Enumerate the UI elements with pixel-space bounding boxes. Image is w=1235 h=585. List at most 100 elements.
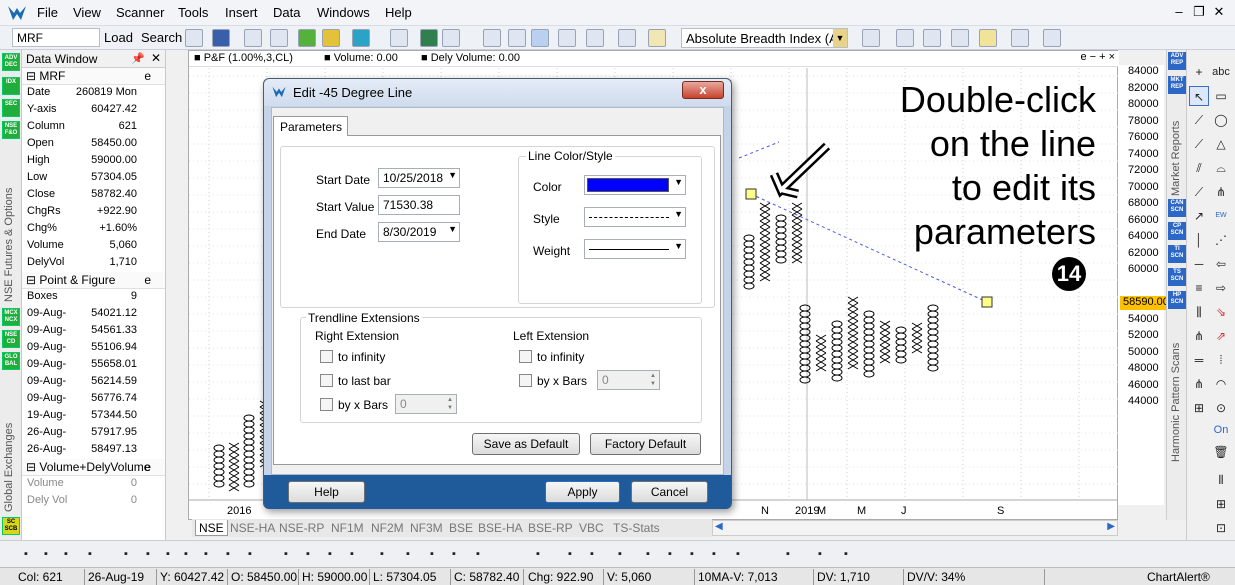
right-x-bars-input[interactable]: 0 ▲ ▼ [395, 394, 457, 414]
fib-extension-icon[interactable]: ⫼ [1189, 302, 1209, 322]
speed-lines-icon[interactable]: ⋰ [1211, 230, 1231, 250]
zoom-reset-icon[interactable]: ▪ [706, 546, 722, 562]
scan-icon[interactable] [483, 29, 501, 47]
load-button[interactable]: Load [104, 30, 133, 45]
45-degree-line-icon[interactable]: ⟋ [1189, 134, 1209, 154]
fibo-fan-icon[interactable] [1011, 29, 1029, 47]
copy-icon[interactable]: ▪ [730, 546, 746, 562]
tab-nse[interactable]: NSE [195, 520, 228, 536]
grid-icon[interactable]: ▪ [562, 546, 578, 562]
dropdown-icon[interactable]: ▪ [470, 546, 486, 562]
restore-icon[interactable]: ❐ [1189, 4, 1209, 20]
harmonic-scans-label[interactable]: Harmonic Pattern Scans [1170, 312, 1182, 462]
zoom-out-icon[interactable]: ▪ [662, 546, 678, 562]
link-icon[interactable] [390, 29, 408, 47]
pf-icon[interactable]: ▪ [278, 546, 294, 562]
zoom-area-icon[interactable]: ▪ [220, 546, 236, 562]
mvy-icon[interactable] [508, 29, 526, 47]
ti-scn-button[interactable]: TI SCN [1168, 245, 1186, 263]
left-x-bars-checkbox[interactable] [519, 374, 532, 387]
renko-icon[interactable]: ▪ [322, 546, 338, 562]
tab-nf3m[interactable]: NF3M [407, 520, 446, 536]
vertical-line-icon[interactable]: │ [1189, 230, 1209, 250]
print-icon[interactable] [244, 29, 262, 47]
search-button[interactable]: Search [141, 30, 182, 45]
style-select[interactable]: ▼ [584, 207, 686, 227]
cow-tam-icon[interactable] [923, 29, 941, 47]
start-date-picker[interactable]: 10/25/2018 ▼ [378, 168, 460, 188]
horizontal-line-icon[interactable]: ─ [1189, 254, 1209, 274]
pin-icon[interactable]: 📌 [131, 52, 145, 65]
color-picker[interactable]: ▼ [584, 175, 686, 195]
close-icon[interactable]: ✕ [1209, 4, 1229, 20]
menu-tools[interactable]: Tools [178, 5, 208, 20]
gann-fan-icon[interactable]: ⋔ [1189, 374, 1209, 394]
period-icon[interactable]: ⊡ [1211, 518, 1231, 538]
print-icon[interactable]: ▪ [812, 546, 828, 562]
print-preview-icon[interactable] [270, 29, 288, 47]
arc-icon[interactable]: ⌓ [1211, 158, 1231, 178]
delete-icon[interactable]: 🗑 [1211, 442, 1231, 462]
andrews-icon[interactable]: ⋔ [1189, 326, 1209, 346]
menu-help[interactable]: Help [385, 5, 412, 20]
weight-select[interactable]: ▼ [584, 239, 686, 259]
tab-nf1m[interactable]: NF1M [328, 520, 367, 536]
chart-mode-icon[interactable] [185, 29, 203, 47]
mkt-rep-button[interactable]: MKT REP [1168, 76, 1186, 94]
linear-icon[interactable]: ▪ [530, 546, 546, 562]
52w-hilo-icon[interactable] [558, 29, 576, 47]
export-icon[interactable]: ▪ [838, 546, 854, 562]
save-as-default-button[interactable]: Save as Default [472, 433, 580, 455]
section-symbol[interactable]: ⊟ MRF e [22, 68, 165, 85]
zoom-in-icon[interactable]: ▪ [684, 546, 700, 562]
arrow-up-icon[interactable]: ⇗ [1211, 326, 1231, 346]
cancel-button[interactable]: Cancel [631, 481, 708, 503]
candles-icon[interactable]: ▪ [140, 546, 156, 562]
help-button[interactable]: Help [288, 481, 365, 503]
rectangle-icon[interactable]: ▭ [1211, 86, 1231, 106]
tab-bse[interactable]: BSE [446, 520, 476, 536]
trendline-icon[interactable]: ⟋ [1189, 110, 1209, 130]
section-point-figure[interactable]: ⊟ Point & Figure e [22, 272, 165, 289]
save-icon[interactable] [212, 29, 230, 47]
arrow-left-icon[interactable]: ⇦ [1211, 254, 1231, 274]
fib-arcs-icon[interactable]: ◠ [1211, 374, 1231, 394]
right-x-bars-checkbox[interactable] [320, 398, 333, 411]
adv-dec-button[interactable]: ADV DEC [2, 53, 20, 71]
tab-nse-ha[interactable]: NSE-HA [227, 520, 278, 536]
factory-default-button[interactable]: Factory Default [590, 433, 701, 455]
label-icon[interactable]: ▪ [344, 546, 360, 562]
horizontal-scrollbar[interactable]: ◀ ▶ [712, 520, 1118, 536]
tab-bse-rp[interactable]: BSE-RP [525, 520, 576, 536]
global-vertical-label[interactable]: Global Exchanges [3, 372, 15, 512]
triangle-icon[interactable]: △ [1211, 134, 1231, 154]
text-icon[interactable]: ▪ [446, 546, 462, 562]
menu-data[interactable]: Data [273, 5, 300, 20]
nse-fo-button[interactable]: NSE F&O [2, 121, 20, 139]
tab-parameters[interactable]: Parameters [273, 116, 348, 136]
fib-retrace-icon[interactable]: ≡ [1189, 278, 1209, 298]
tab-bse-ha[interactable]: BSE-HA [475, 520, 526, 536]
pattern-icon[interactable] [648, 29, 666, 47]
scroll-right-icon[interactable]: ▶ [1107, 521, 1115, 532]
tab-ts-stats[interactable]: TS-Stats [610, 520, 663, 536]
hp-scn-button[interactable]: HP SCN [1168, 291, 1186, 309]
sc-scb-button[interactable]: SC SCB [2, 517, 20, 535]
kagi-icon[interactable]: ▪ [300, 546, 316, 562]
ts-scn-button[interactable]: TS SCN [1168, 268, 1186, 286]
tab-nse-rp[interactable]: NSE-RP [276, 520, 327, 536]
chart-type-icon[interactable]: ▪ [38, 546, 54, 562]
ew-wave-icon[interactable]: EW [1211, 206, 1231, 226]
mcx-button[interactable]: MCX NCX [2, 308, 20, 326]
symbol-input[interactable] [12, 28, 100, 47]
cp-scn-button[interactable]: CP SCN [1168, 222, 1186, 240]
indicator-select[interactable]: Absolute Breadth Index (ABI ▼ [681, 28, 848, 48]
adv-rep-button[interactable]: ADV REP [1168, 52, 1186, 70]
tab-nf2m[interactable]: NF2M [368, 520, 407, 536]
menu-file[interactable]: File [37, 5, 58, 20]
left-infinity-checkbox[interactable] [519, 350, 532, 363]
chart-type-icon[interactable]: ▪ [58, 546, 74, 562]
dialog-titlebar[interactable]: Edit -45 Degree Line x [264, 79, 731, 106]
apply-button[interactable]: Apply [545, 481, 620, 503]
ma-icon[interactable] [618, 29, 636, 47]
